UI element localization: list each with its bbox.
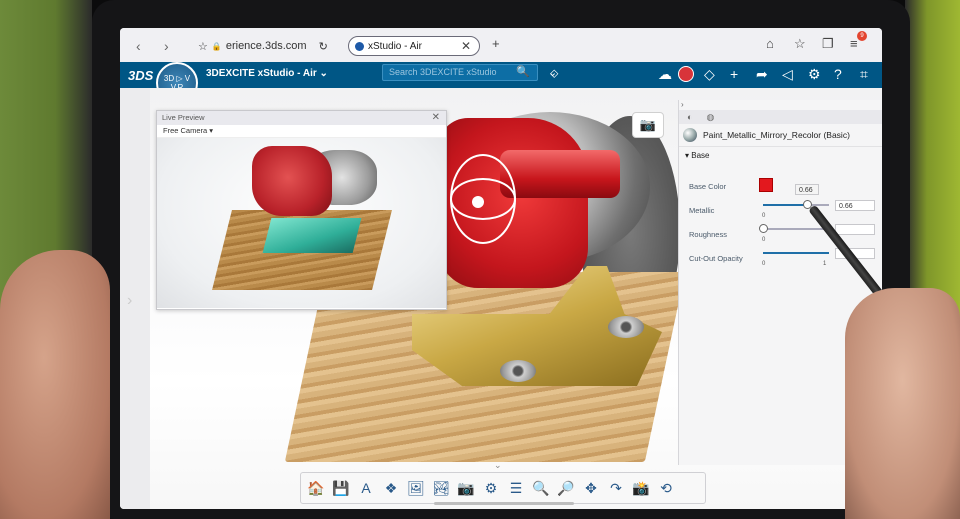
live-preview-window[interactable]: Live Preview ✕ Free Camera ▾ bbox=[156, 110, 447, 310]
cloud-icon[interactable]: ☁ bbox=[658, 66, 672, 83]
cutout-max: 1 bbox=[823, 261, 827, 267]
roughness-slider-track[interactable] bbox=[763, 228, 829, 230]
browser-tab[interactable]: xStudio - Air ✕ bbox=[348, 36, 480, 56]
camera-view-icon[interactable]: 📷 bbox=[632, 112, 664, 138]
tab-material-icon[interactable]: ◐ bbox=[687, 110, 692, 124]
section-base[interactable]: ▾ Base bbox=[679, 147, 882, 165]
settings-tool-icon[interactable]: ⚙ bbox=[480, 477, 502, 499]
cutout-slider-fill[interactable] bbox=[763, 252, 829, 254]
url-text: erience.3ds.com bbox=[225, 40, 307, 52]
expand-left-icon[interactable]: › bbox=[127, 292, 132, 310]
help-icon[interactable]: ? bbox=[834, 66, 842, 82]
metallic-slider-fill bbox=[763, 204, 807, 206]
metallic-value-input[interactable]: 0.66 bbox=[835, 200, 875, 211]
metallic-min: 0 bbox=[762, 213, 766, 219]
back-icon[interactable]: ‹ bbox=[136, 38, 141, 54]
tag-icon[interactable]: ⬦ bbox=[550, 66, 558, 81]
material-sphere-icon bbox=[683, 128, 697, 142]
cutout-min: 0 bbox=[762, 261, 766, 267]
tab-environment-icon[interactable]: ◍ bbox=[706, 110, 714, 124]
avatar[interactable] bbox=[678, 66, 694, 82]
transform-gizmo-center[interactable] bbox=[472, 196, 484, 208]
live-preview-titlebar[interactable]: Live Preview ✕ bbox=[157, 111, 446, 125]
pan-icon[interactable]: ✥ bbox=[580, 477, 602, 499]
model-bolt-back bbox=[608, 316, 644, 338]
live-preview-render bbox=[157, 138, 446, 308]
tab-close-icon[interactable]: ✕ bbox=[461, 39, 471, 53]
live-preview-title: Live Preview bbox=[162, 113, 205, 122]
reload-icon[interactable]: ↻ bbox=[319, 40, 328, 53]
preview-red-part bbox=[252, 146, 332, 216]
3ds-logo[interactable]: 3DS bbox=[128, 68, 153, 83]
send-icon[interactable]: ◁ bbox=[782, 66, 793, 83]
left-side-strip bbox=[120, 88, 150, 509]
metallic-tooltip: 0.66 bbox=[795, 184, 819, 195]
environment-icon[interactable]: 🏞 bbox=[430, 477, 452, 499]
preview-green-bracket bbox=[262, 218, 362, 253]
bottom-toolbar: 🏠 💾 A ❖ 🖼 🏞 📷 ⚙ ☰ 🔍 🔎 ✥ ↷ 📸 ⟲ bbox=[300, 472, 706, 504]
save-icon[interactable]: 💾 bbox=[330, 477, 352, 499]
rotate-icon[interactable]: ↷ bbox=[605, 477, 627, 499]
zoom-out-icon[interactable]: 🔎 bbox=[555, 477, 577, 499]
roughness-min: 0 bbox=[762, 237, 766, 243]
panel-collapse-icon[interactable]: › bbox=[679, 100, 882, 110]
browser-menu-icon[interactable]: ≡ bbox=[850, 36, 858, 51]
forward-icon[interactable]: › bbox=[164, 38, 169, 54]
material-tool-icon[interactable]: ❖ bbox=[380, 477, 402, 499]
image-tool-icon[interactable]: 🖼 bbox=[405, 477, 427, 499]
model-bolt-front bbox=[500, 360, 536, 382]
share-icon[interactable]: ➦ bbox=[756, 66, 768, 83]
notification-badge: 9 bbox=[857, 31, 867, 41]
camera-select[interactable]: Free Camera ▾ bbox=[157, 125, 446, 138]
tabs-icon[interactable]: ❐ bbox=[822, 36, 834, 52]
roughness-value-input[interactable] bbox=[835, 224, 875, 235]
fullscreen-icon[interactable]: ⌗ bbox=[860, 66, 868, 83]
home-indicator bbox=[434, 502, 574, 505]
right-hand bbox=[845, 288, 960, 519]
zoom-in-icon[interactable]: 🔍 bbox=[530, 477, 552, 499]
search-icon[interactable]: 🔍 bbox=[516, 65, 530, 78]
list-icon[interactable]: ☰ bbox=[505, 477, 527, 499]
snapshot-icon[interactable]: 📸 bbox=[630, 477, 652, 499]
left-hand bbox=[0, 250, 110, 519]
metallic-label: Metallic bbox=[689, 206, 715, 215]
add-icon[interactable]: + bbox=[730, 66, 738, 82]
close-icon[interactable]: ✕ bbox=[432, 111, 440, 125]
lock-icon: 🔒 bbox=[211, 41, 222, 51]
home-icon[interactable]: ⌂ bbox=[766, 36, 774, 51]
toolbar-collapse-icon[interactable]: ⌄ bbox=[494, 460, 502, 471]
model-red-shaft[interactable] bbox=[500, 150, 620, 198]
app-title[interactable]: 3DEXCITE xStudio - Air ⌄ bbox=[206, 68, 328, 79]
globe-icon bbox=[355, 41, 364, 51]
search-input[interactable]: Search 3DEXCITE xStudio bbox=[382, 64, 538, 81]
reset-icon[interactable]: ⟲ bbox=[655, 477, 677, 499]
roughness-label: Roughness bbox=[689, 230, 727, 239]
tablet-screen: ‹ › ☆ 🔒 erience.3ds.com ↻ xStudio - Air … bbox=[120, 28, 882, 509]
roughness-slider-thumb[interactable] bbox=[759, 224, 768, 233]
camera-tool-icon[interactable]: 📷 bbox=[455, 477, 477, 499]
home-view-icon[interactable]: 🏠 bbox=[305, 477, 327, 499]
base-color-swatch[interactable] bbox=[759, 178, 773, 192]
star-icon[interactable]: ☆ bbox=[198, 40, 208, 53]
base-color-label: Base Color bbox=[689, 182, 727, 191]
bookmark-icon[interactable]: ☆ bbox=[794, 36, 806, 52]
material-name: Paint_Metallic_Mirrory_Recolor (Basic) bbox=[703, 130, 850, 140]
cutout-label: Cut-Out Opacity bbox=[689, 254, 743, 263]
address-bar[interactable]: ☆ 🔒 erience.3ds.com ↻ bbox=[198, 37, 338, 55]
tab-title: xStudio - Air bbox=[368, 40, 422, 52]
panel-tabs: ◐ ◍ bbox=[679, 110, 882, 124]
new-tab-icon[interactable]: + bbox=[492, 36, 500, 51]
material-header: Paint_Metallic_Mirrory_Recolor (Basic) bbox=[679, 124, 882, 147]
text-tool-icon[interactable]: A bbox=[355, 477, 377, 499]
diamond-icon[interactable]: ◇ bbox=[704, 66, 715, 83]
tools-icon[interactable]: ⚙ bbox=[808, 66, 821, 83]
